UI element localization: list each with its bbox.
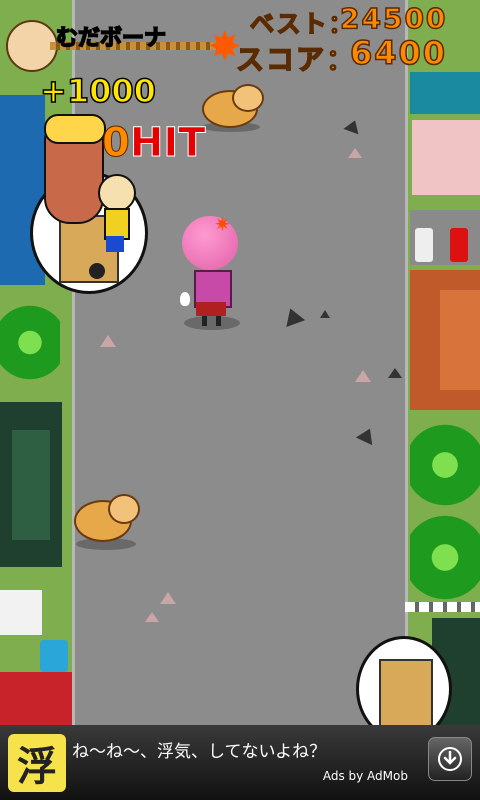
angry-man-face — [44, 114, 106, 224]
score-label: スコア： — [235, 42, 357, 77]
hit-label: HIT — [129, 120, 206, 167]
white-fence — [405, 602, 480, 612]
shiba-dog-2[interactable] — [70, 492, 140, 552]
score-value: 6400 — [349, 33, 448, 73]
shiba-dog-1[interactable] — [198, 84, 264, 132]
ad-banner[interactable]: 浮 ね～ね～、浮気、してないよね？ Ads by AdMob — [0, 725, 480, 800]
door-intercom-2 — [379, 659, 433, 725]
teal-sign — [40, 640, 68, 672]
ad-text[interactable]: ね～ね～、浮気、してないよね？ — [72, 737, 326, 762]
house-pink-wall — [412, 120, 480, 195]
game-scene[interactable]: ✷ むだボーナ ✸ +1000 ベスト： 24500 スコア： 6400 0HI… — [0, 0, 480, 725]
parked-car-white — [415, 228, 433, 262]
debris — [388, 368, 402, 378]
ad-app-icon[interactable]: 浮 — [8, 734, 66, 792]
hit-counter: 0HIT — [102, 120, 206, 167]
debris — [160, 592, 176, 604]
parked-car-red — [450, 228, 468, 262]
download-icon — [438, 747, 462, 771]
ad-attribution: Ads by AdMob — [322, 769, 408, 783]
intercom-speaker-icon — [89, 263, 105, 279]
house-teal-roof — [410, 72, 480, 114]
house-orange-roof-ridge — [440, 290, 480, 390]
boy-character — [98, 174, 136, 264]
bonus-label: むだボーナ — [55, 25, 167, 52]
debris — [100, 335, 116, 347]
hit-count: 0 — [102, 120, 131, 167]
curb-right — [405, 0, 408, 725]
anger-mark-icon: ✷ — [214, 212, 231, 236]
debris — [145, 612, 159, 622]
download-button[interactable] — [428, 737, 472, 781]
tree-right-2 — [410, 510, 480, 605]
player-character[interactable]: ✷ — [180, 212, 244, 332]
tree-left-1 — [0, 300, 60, 385]
house-dark-green-roof-inner — [12, 430, 50, 540]
tree-right-1 — [410, 420, 480, 510]
best-value: 24500 — [339, 1, 448, 36]
house-red-roof — [0, 672, 72, 725]
white-wall — [0, 590, 42, 635]
debris — [355, 370, 371, 382]
bonus-points: +1000 — [39, 71, 156, 111]
debris — [348, 148, 362, 158]
debris — [320, 310, 330, 318]
best-label: ベスト： — [249, 9, 355, 39]
